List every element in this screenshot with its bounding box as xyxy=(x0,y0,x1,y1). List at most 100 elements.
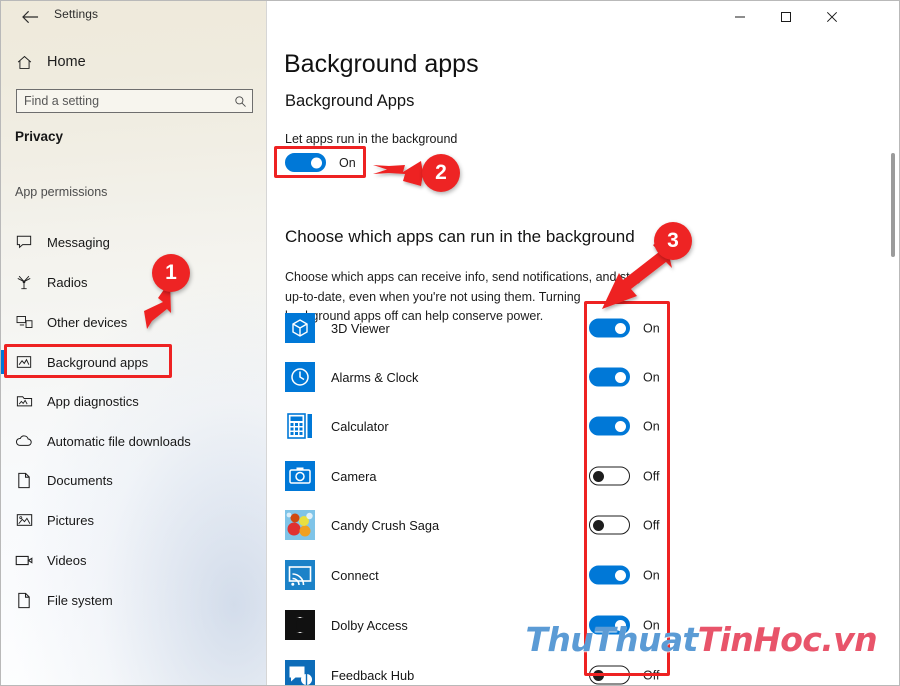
app-toggle-label: On xyxy=(643,419,660,433)
calculator-icon xyxy=(285,411,315,441)
toggle-knob xyxy=(615,420,626,432)
app-toggle-row[interactable]: On xyxy=(589,565,660,585)
app-toggle-row[interactable]: On xyxy=(589,367,660,387)
settings-window: Home Privacy App permissions Messaging R… xyxy=(0,0,900,686)
app-name: Calculator xyxy=(331,418,389,434)
sidebar-item-label: Background apps xyxy=(47,354,149,370)
dolby-access-icon xyxy=(285,610,315,640)
video-icon xyxy=(1,554,47,567)
let-apps-toggle[interactable] xyxy=(285,153,326,172)
app-toggle-row[interactable]: Off xyxy=(589,466,659,486)
app-name: 3D Viewer xyxy=(331,320,390,336)
sidebar-item-videos[interactable]: Videos xyxy=(1,545,267,575)
content-scrollbar[interactable] xyxy=(888,67,899,685)
feedback-hub-icon xyxy=(285,660,315,685)
app-row[interactable]: Connect On xyxy=(285,551,885,599)
app-toggle[interactable] xyxy=(589,318,630,338)
sidebar-item-label: Videos xyxy=(47,552,87,568)
app-toggle[interactable] xyxy=(589,466,630,486)
sidebar-item-label: Radios xyxy=(47,274,88,290)
let-apps-toggle-label: On xyxy=(339,155,356,170)
maximize-button[interactable] xyxy=(763,1,809,32)
app-toggle-row[interactable]: Off xyxy=(589,665,659,685)
sidebar-item-radios[interactable]: Radios xyxy=(1,267,267,297)
watermark: ThuThuatTinHoc.vn xyxy=(525,620,877,659)
sidebar-item-label: File system xyxy=(47,592,113,608)
sidebar-category-title: Privacy xyxy=(15,129,64,144)
message-icon xyxy=(1,234,47,250)
back-button[interactable] xyxy=(13,5,47,29)
app-toggle-label: Off xyxy=(643,518,660,532)
app-row[interactable]: Alarms & Clock On xyxy=(285,353,885,401)
sidebar-item-automatic-file-downloads[interactable]: Automatic file downloads xyxy=(1,426,267,456)
app-toggle-row[interactable]: Off xyxy=(589,515,660,535)
window-title: Settings xyxy=(54,7,99,21)
file-system-icon xyxy=(1,592,47,609)
connect-icon xyxy=(285,560,315,590)
sidebar-item-home-label: Home xyxy=(47,54,86,70)
background-apps-icon xyxy=(1,354,47,370)
toggle-knob xyxy=(593,669,604,681)
app-row[interactable]: 3D Viewer On xyxy=(285,304,885,352)
selection-indicator xyxy=(1,350,4,374)
app-row[interactable]: Candy Crush Saga Off xyxy=(285,501,885,549)
minimize-button[interactable] xyxy=(717,1,763,32)
search-box[interactable] xyxy=(16,89,253,113)
app-name: Feedback Hub xyxy=(331,667,415,683)
let-apps-toggle-row[interactable]: On xyxy=(285,153,356,172)
app-toggle[interactable] xyxy=(589,416,630,436)
sidebar-item-app-diagnostics[interactable]: App diagnostics xyxy=(1,386,267,416)
close-button[interactable] xyxy=(809,1,855,32)
sidebar-item-label: Messaging xyxy=(47,234,110,250)
sidebar-item-background-apps[interactable]: Background apps xyxy=(1,347,267,377)
badge-label: 1 xyxy=(165,261,177,284)
app-toggle-label: On xyxy=(643,568,660,582)
search-icon[interactable] xyxy=(228,95,252,108)
sidebar-group-header: App permissions xyxy=(15,185,108,199)
scrollbar-thumb[interactable] xyxy=(891,153,895,257)
app-toggle-row[interactable]: On xyxy=(589,416,660,436)
app-diagnostics-icon xyxy=(1,393,47,409)
watermark-blue: ThuThuat xyxy=(525,620,698,659)
toggle-knob xyxy=(615,371,626,383)
radio-icon xyxy=(1,274,47,290)
sidebar-item-label: Other devices xyxy=(47,314,128,330)
home-icon xyxy=(1,54,47,71)
other-devices-icon xyxy=(1,314,47,330)
sidebar-item-home[interactable]: Home xyxy=(1,47,267,77)
section-title: Background Apps xyxy=(285,92,415,110)
app-row[interactable]: Camera Off xyxy=(285,452,885,500)
sidebar-item-label: Pictures xyxy=(47,512,94,528)
toggle-knob xyxy=(593,519,604,531)
app-toggle[interactable] xyxy=(589,515,630,535)
badge-label: 2 xyxy=(435,161,447,184)
annotation-badge-1: 1 xyxy=(152,254,190,292)
sidebar-item-label: Automatic file downloads xyxy=(47,433,191,449)
sidebar-item-documents[interactable]: Documents xyxy=(1,465,267,495)
3d-viewer-icon xyxy=(285,313,315,343)
app-row[interactable]: Calculator On xyxy=(285,402,885,450)
app-name: Candy Crush Saga xyxy=(331,517,440,533)
page-title: Background apps xyxy=(284,50,479,78)
app-toggle-row[interactable]: On xyxy=(589,318,660,338)
candy-crush-icon xyxy=(285,510,315,540)
app-toggle[interactable] xyxy=(589,565,630,585)
sidebar-item-messaging[interactable]: Messaging xyxy=(1,227,267,257)
picture-icon xyxy=(1,513,47,527)
title-bar: Settings xyxy=(1,1,899,33)
document-icon xyxy=(1,472,47,489)
search-input[interactable] xyxy=(17,90,228,112)
sidebar-item-file-system[interactable]: File system xyxy=(1,585,267,615)
camera-icon xyxy=(285,461,315,491)
app-name: Connect xyxy=(331,567,379,583)
alarms-clock-icon xyxy=(285,362,315,392)
sidebar-item-pictures[interactable]: Pictures xyxy=(1,505,267,535)
sidebar-item-label: Documents xyxy=(47,472,113,488)
let-apps-label: Let apps run in the background xyxy=(285,132,458,146)
toggle-knob xyxy=(615,322,626,334)
toggle-knob xyxy=(593,470,604,482)
app-toggle[interactable] xyxy=(589,367,630,387)
annotation-badge-2: 2 xyxy=(422,154,460,192)
sidebar-item-other-devices[interactable]: Other devices xyxy=(1,307,267,337)
app-toggle[interactable] xyxy=(589,665,630,685)
